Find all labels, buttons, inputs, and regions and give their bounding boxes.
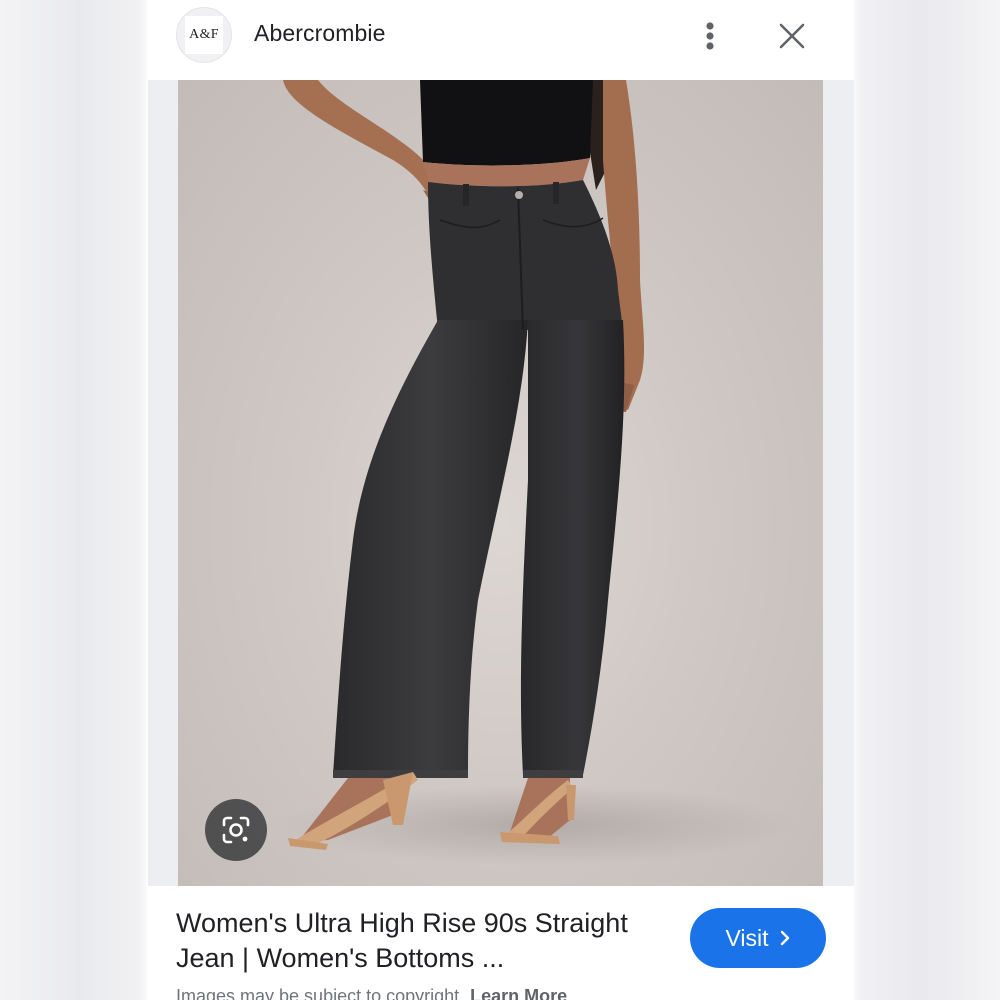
source-logo[interactable]: A&F — [176, 7, 232, 63]
close-icon — [779, 23, 805, 49]
preview-header: A&F Abercrombie — [148, 0, 854, 80]
google-lens-icon — [222, 816, 250, 844]
visit-button[interactable]: Visit — [690, 908, 826, 968]
more-options-button[interactable] — [694, 16, 726, 56]
visit-button-label: Visit — [725, 924, 769, 951]
preview-footer: Women's Ultra High Rise 90s Straight Jea… — [148, 886, 854, 1000]
copyright-text: Images may be subject to copyright. — [176, 986, 465, 1000]
more-vert-icon — [706, 22, 714, 50]
image-preview-panel: A&F Abercrombie Women's Ultra High Rise … — [148, 0, 854, 1000]
source-logo-text: A&F — [185, 16, 223, 54]
google-lens-button[interactable] — [205, 799, 267, 861]
product-photo-jeans — [278, 80, 798, 865]
close-button[interactable] — [772, 16, 812, 56]
product-image[interactable] — [178, 80, 823, 886]
copyright-notice: Images may be subject to copyright. Learn… — [176, 986, 567, 1000]
learn-more-link[interactable]: Learn More — [470, 986, 567, 1000]
image-container — [148, 80, 854, 886]
chevron-right-icon — [780, 930, 789, 946]
source-name[interactable]: Abercrombie — [254, 20, 386, 47]
result-title[interactable]: Women's Ultra High Rise 90s Straight Jea… — [176, 906, 676, 976]
